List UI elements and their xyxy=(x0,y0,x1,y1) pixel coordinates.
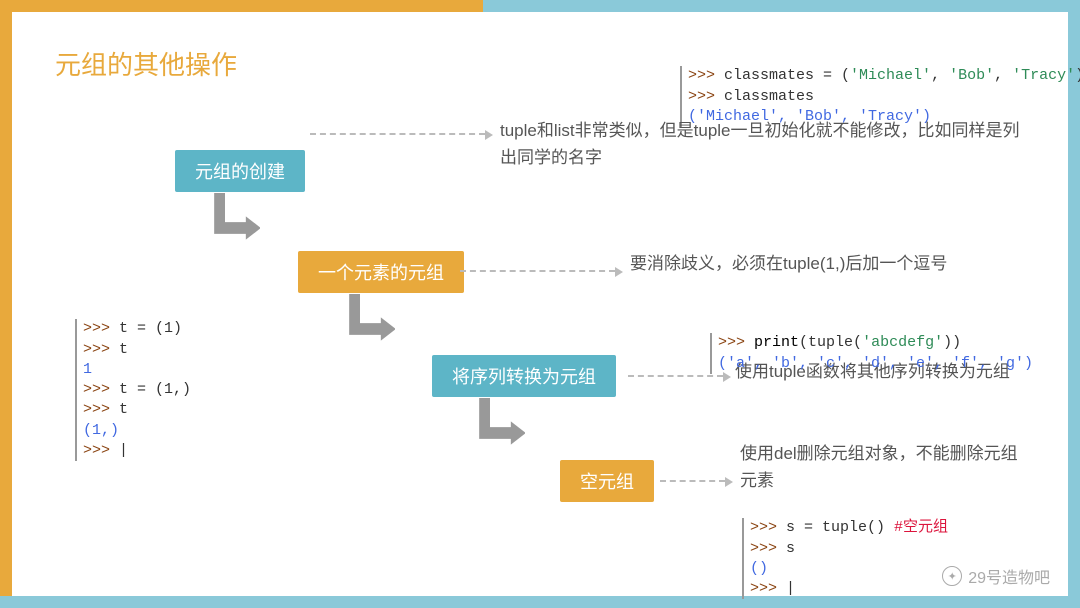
desc-2: 要消除歧义，必须在tuple(1,)后加一个逗号 xyxy=(630,250,990,277)
desc-1: tuple和list非常类似，但是tuple一旦初始化就不能修改，比如同样是列出… xyxy=(500,117,1030,171)
code-single-element: >>> t = (1) >>> t 1 >>> t = (1,) >>> t (… xyxy=(75,299,191,461)
box-single-element: 一个元素的元组 xyxy=(298,251,464,293)
box-convert-sequence: 将序列转换为元组 xyxy=(432,355,616,397)
dash-3 xyxy=(628,375,723,377)
code-abcdefg: >>> print(tuple('abcdefg')) ('a', 'b', '… xyxy=(710,313,1033,374)
dash-4 xyxy=(660,480,725,482)
watermark: ✦ 29号造物吧 xyxy=(942,564,1050,588)
dash-1 xyxy=(310,133,485,135)
code-classmates: >>> classmates = ('Michael', 'Bob', 'Tra… xyxy=(680,46,1080,127)
page-title: 元组的其他操作 xyxy=(55,45,237,82)
wechat-icon: ✦ xyxy=(942,566,962,586)
arrow-1 xyxy=(210,193,260,243)
border-top-right xyxy=(483,0,1080,12)
code-empty-tuple: >>> s = tuple() #空元组 >>> s () >>> | xyxy=(742,498,948,599)
arrow-3 xyxy=(475,398,525,448)
border-top-left xyxy=(0,0,483,12)
watermark-text: 29号造物吧 xyxy=(968,564,1050,588)
dash-2 xyxy=(460,270,615,272)
desc-4: 使用del删除元组对象，不能删除元组元素 xyxy=(740,440,1030,494)
box-empty-tuple: 空元组 xyxy=(560,460,654,502)
arrow-2 xyxy=(345,294,395,344)
border-left xyxy=(0,0,12,608)
box-create-tuple: 元组的创建 xyxy=(175,150,305,192)
